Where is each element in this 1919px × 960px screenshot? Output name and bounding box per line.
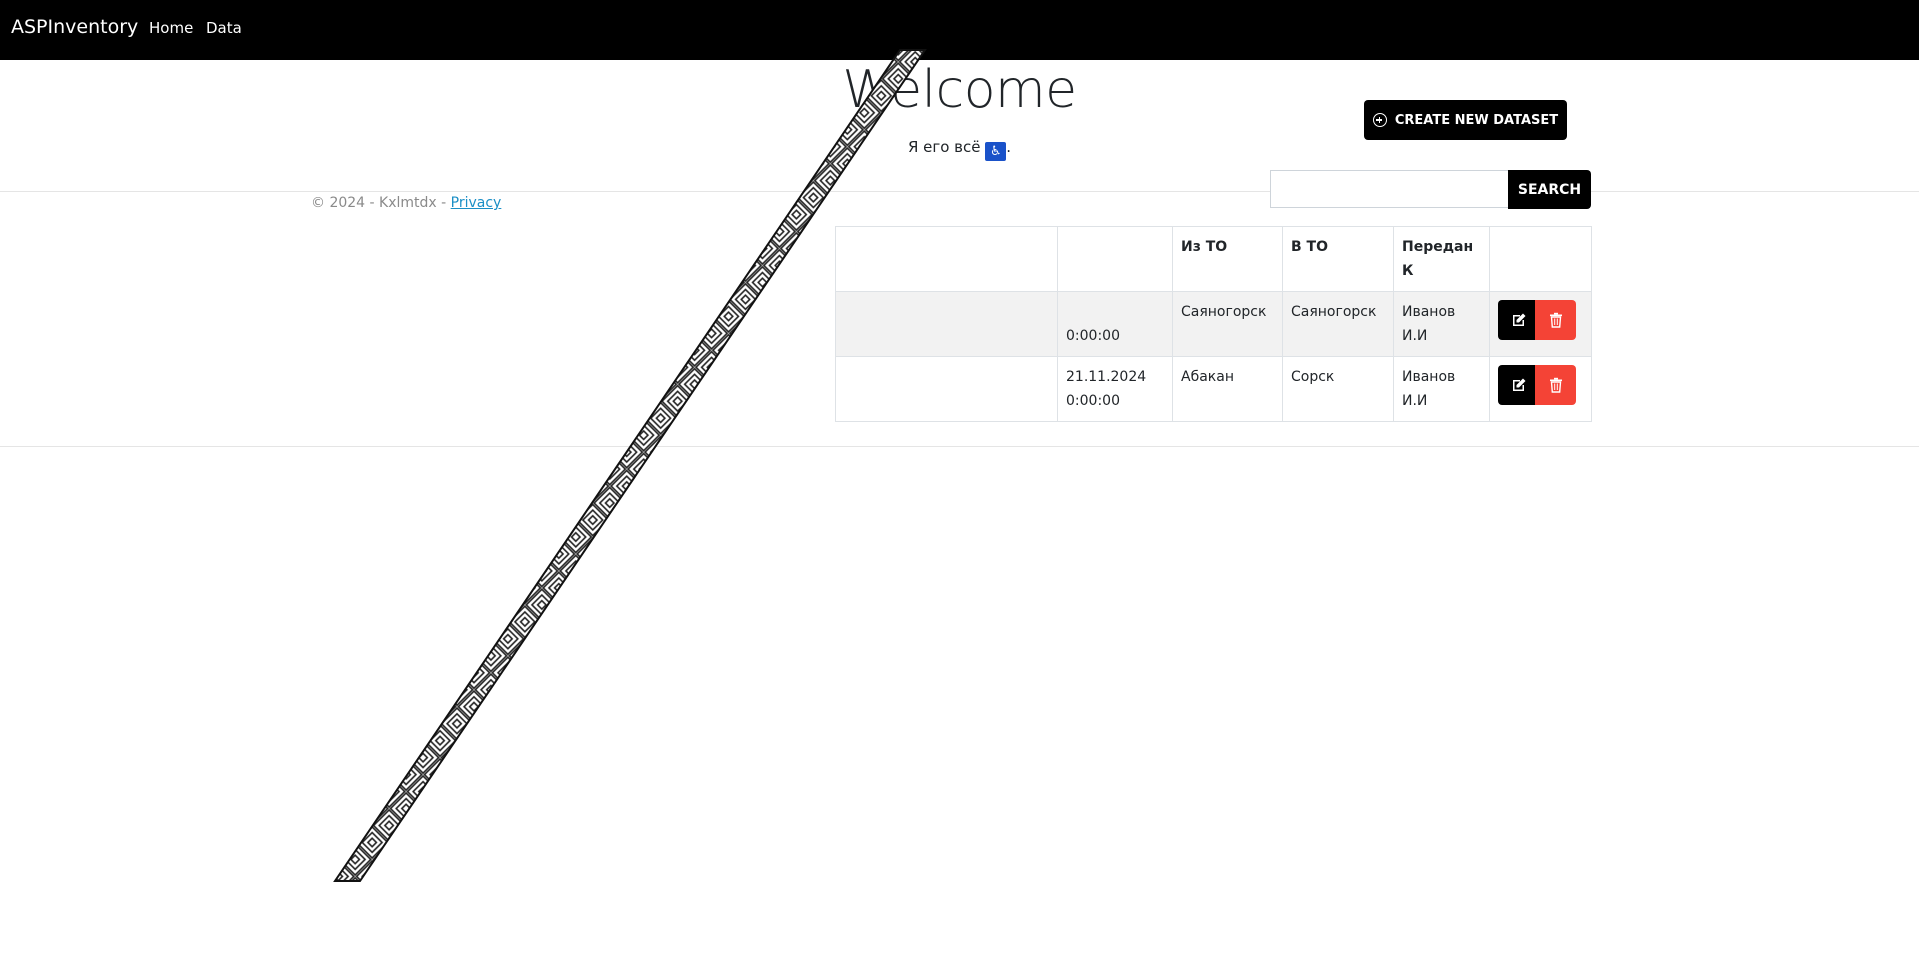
table-cell-from: Абакан <box>1172 356 1283 422</box>
delete-button[interactable] <box>1535 300 1576 340</box>
nav-link-home[interactable]: Home <box>149 19 193 37</box>
table-cell-to: Сорск <box>1282 356 1394 422</box>
handed-initials: И.И <box>1402 328 1428 344</box>
create-dataset-label: CREATE NEW DATASET <box>1394 112 1559 128</box>
edit-icon <box>1512 313 1525 326</box>
table-cell-actions <box>1489 356 1592 422</box>
table-cell-handed: Иванов И.И <box>1393 291 1490 357</box>
table-cell-actions <box>1489 291 1592 357</box>
table-cell-handed: Иванов И.И <box>1393 356 1490 422</box>
navbar: ASPInventory Home Data <box>0 0 1919 60</box>
search-button[interactable]: SEARCH <box>1508 170 1591 209</box>
handed-initials: И.И <box>1402 393 1428 409</box>
footer: © 2024 - Kxlmtdx - Privacy <box>311 195 501 211</box>
table-header-row: Из ТО В ТО Передан К <box>835 226 1592 292</box>
table-header-cell <box>1489 226 1592 292</box>
divider-bottom <box>0 446 1919 447</box>
handed-name: Иванов <box>1402 369 1456 385</box>
table-header-cell <box>1057 226 1173 292</box>
page-subtitle: Я его всё ♿. <box>0 138 1919 161</box>
page-title: Welcome <box>842 60 1077 120</box>
table-header-cell: Из ТО <box>1172 226 1283 292</box>
table-cell <box>835 291 1058 357</box>
data-table: Из ТО В ТО Передан К 0:00:00 Саяногорск … <box>835 226 1592 422</box>
trash-icon <box>1549 312 1562 328</box>
date-text: 21.11.2024 <box>1066 369 1147 385</box>
table-cell <box>835 356 1058 422</box>
footer-text: © 2024 - Kxlmtdx - <box>311 195 451 211</box>
table-row: 0:00:00 Саяногорск Саяногорск Иванов И.И <box>835 291 1592 357</box>
subtitle-punct: . <box>1006 138 1012 156</box>
search-input[interactable] <box>1270 170 1508 208</box>
time-text: 0:00:00 <box>1066 328 1120 344</box>
table-header-cell: Передан К <box>1393 226 1490 292</box>
table-row: 21.11.2024 0:00:00 Абакан Сорск Иванов И.И <box>835 356 1592 422</box>
brand-logo-text[interactable]: ASPInventory <box>11 16 138 38</box>
time-text: 0:00:00 <box>1066 393 1120 409</box>
plus-circle-icon <box>1372 113 1387 127</box>
divider-top <box>0 191 1919 192</box>
table-cell-date: 0:00:00 <box>1057 291 1173 357</box>
edit-button[interactable] <box>1498 300 1539 340</box>
edit-icon <box>1512 378 1525 391</box>
delete-button[interactable] <box>1535 365 1576 405</box>
table-header-cell <box>835 226 1058 292</box>
privacy-link[interactable]: Privacy <box>451 195 502 211</box>
handed-name: Иванов <box>1402 304 1456 320</box>
subtitle-text: Я его всё <box>907 138 981 156</box>
nav-link-data[interactable]: Data <box>206 19 242 37</box>
table-cell-date: 21.11.2024 0:00:00 <box>1057 356 1173 422</box>
table-cell-to: Саяногорск <box>1282 291 1394 357</box>
trash-icon <box>1549 377 1562 393</box>
create-dataset-button[interactable]: CREATE NEW DATASET <box>1364 100 1567 140</box>
edit-button[interactable] <box>1498 365 1539 405</box>
table-cell-from: Саяногорск <box>1172 291 1283 357</box>
wheelchair-icon: ♿ <box>985 142 1007 161</box>
table-header-cell: В ТО <box>1282 226 1394 292</box>
